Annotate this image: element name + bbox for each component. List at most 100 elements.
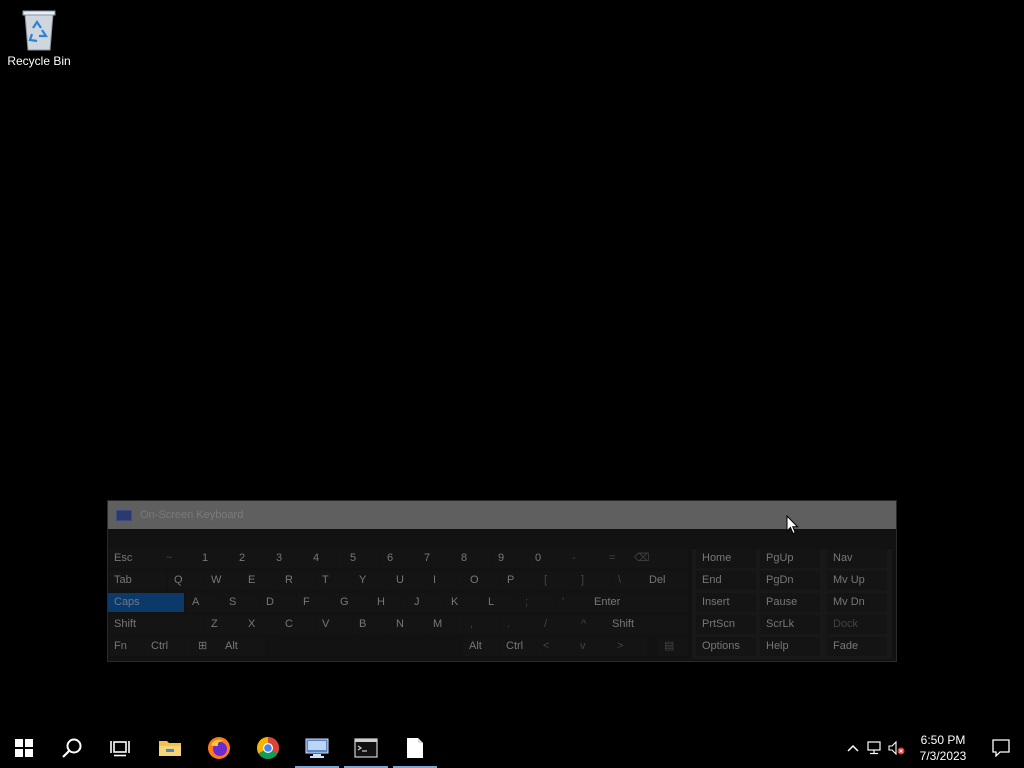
start-button[interactable]: [0, 728, 48, 768]
key-z[interactable]: Z: [205, 615, 241, 634]
key-end[interactable]: End: [696, 571, 756, 590]
key-pgup[interactable]: PgUp: [760, 549, 820, 568]
key-quote[interactable]: ': [556, 593, 592, 612]
key-alt-left[interactable]: Alt: [219, 637, 265, 656]
key-period[interactable]: .: [501, 615, 537, 634]
key-a[interactable]: A: [186, 593, 222, 612]
key-g[interactable]: G: [334, 593, 370, 612]
on-screen-keyboard-window: On-Screen Keyboard Esc ~ 1 2 3 4 5 6 7 8…: [107, 500, 897, 662]
key-fade[interactable]: Fade: [827, 637, 887, 656]
search-button[interactable]: [48, 728, 96, 768]
key-alt-right[interactable]: Alt: [463, 637, 499, 656]
key-b[interactable]: B: [353, 615, 389, 634]
notepad-button[interactable]: [391, 728, 439, 768]
key-j[interactable]: J: [408, 593, 444, 612]
key-pgdn[interactable]: PgDn: [760, 571, 820, 590]
key-enter[interactable]: Enter: [588, 593, 688, 612]
key-right-arrow[interactable]: >: [611, 637, 647, 656]
key-o[interactable]: O: [464, 571, 500, 590]
key-shift-right[interactable]: Shift: [606, 615, 688, 634]
key-semicolon[interactable]: ;: [519, 593, 555, 612]
key-x[interactable]: X: [242, 615, 278, 634]
key-8[interactable]: 8: [455, 549, 491, 568]
key-minus[interactable]: -: [566, 549, 602, 568]
key-caps[interactable]: Caps: [108, 593, 184, 612]
clock-time: 6:50 PM: [920, 733, 966, 747]
key-tab[interactable]: Tab: [108, 571, 166, 590]
network-button[interactable]: [864, 728, 886, 768]
key-4[interactable]: 4: [307, 549, 343, 568]
key-scrlk[interactable]: ScrLk: [760, 615, 820, 634]
key-home[interactable]: Home: [696, 549, 756, 568]
key-prtscn[interactable]: PrtScn: [696, 615, 756, 634]
key-left-arrow[interactable]: <: [537, 637, 573, 656]
terminal-button[interactable]: [342, 728, 390, 768]
key-d[interactable]: D: [260, 593, 296, 612]
key-shift-left[interactable]: Shift: [108, 615, 204, 634]
key-6[interactable]: 6: [381, 549, 417, 568]
key-y[interactable]: Y: [353, 571, 389, 590]
key-menu[interactable]: ▤: [658, 637, 688, 656]
key-e[interactable]: E: [242, 571, 278, 590]
key-options[interactable]: Options: [696, 637, 756, 656]
key-q[interactable]: Q: [168, 571, 204, 590]
key-r[interactable]: R: [279, 571, 315, 590]
key-p[interactable]: P: [501, 571, 537, 590]
network-icon: [867, 741, 881, 755]
recycle-bin-shortcut[interactable]: Recycle Bin: [4, 6, 74, 68]
clock[interactable]: 6:50 PM 7/3/2023: [908, 732, 978, 764]
key-fn[interactable]: Fn: [108, 637, 144, 656]
key-tilde[interactable]: ~: [160, 549, 196, 568]
key-t[interactable]: T: [316, 571, 352, 590]
key-nav[interactable]: Nav: [827, 549, 887, 568]
key-l[interactable]: L: [482, 593, 518, 612]
key-i[interactable]: I: [427, 571, 463, 590]
chrome-button[interactable]: [244, 728, 292, 768]
key-n[interactable]: N: [390, 615, 426, 634]
key-w[interactable]: W: [205, 571, 241, 590]
key-h[interactable]: H: [371, 593, 407, 612]
key-backspace[interactable]: ⌫: [628, 549, 688, 568]
key-v[interactable]: V: [316, 615, 352, 634]
action-center-button[interactable]: [978, 728, 1024, 768]
task-view-button[interactable]: [96, 728, 144, 768]
key-del[interactable]: Del: [643, 571, 688, 590]
key-c[interactable]: C: [279, 615, 315, 634]
keyboard-icon: [116, 509, 132, 521]
show-hidden-icons-button[interactable]: [842, 728, 864, 768]
key-3[interactable]: 3: [270, 549, 306, 568]
osk-keys-area: Esc ~ 1 2 3 4 5 6 7 8 9 0 - = ⌫ Tab Q W …: [108, 549, 896, 659]
key-dock[interactable]: Dock: [827, 615, 887, 634]
key-slash[interactable]: /: [538, 615, 574, 634]
key-u[interactable]: U: [390, 571, 426, 590]
key-9[interactable]: 9: [492, 549, 528, 568]
key-1[interactable]: 1: [196, 549, 232, 568]
volume-button[interactable]: [886, 728, 908, 768]
file-explorer-button[interactable]: [146, 728, 194, 768]
osk-nav-column: Home PgUp Nav End PgDn Mv Up Insert Paus…: [692, 549, 892, 659]
firefox-button[interactable]: [195, 728, 243, 768]
key-2[interactable]: 2: [233, 549, 269, 568]
key-f[interactable]: F: [297, 593, 333, 612]
key-right-bracket[interactable]: ]: [575, 571, 611, 590]
key-7[interactable]: 7: [418, 549, 454, 568]
key-k[interactable]: K: [445, 593, 481, 612]
key-pause[interactable]: Pause: [760, 593, 820, 612]
osk-title-bar[interactable]: On-Screen Keyboard: [108, 501, 896, 529]
key-ctrl-left[interactable]: Ctrl: [145, 637, 191, 656]
key-s[interactable]: S: [223, 593, 259, 612]
key-0[interactable]: 0: [529, 549, 565, 568]
key-mv-up[interactable]: Mv Up: [827, 571, 887, 590]
key-m[interactable]: M: [427, 615, 463, 634]
key-left-bracket[interactable]: [: [538, 571, 574, 590]
key-5[interactable]: 5: [344, 549, 380, 568]
key-down-arrow[interactable]: v: [574, 637, 610, 656]
key-windows[interactable]: ⊞: [192, 637, 218, 656]
key-help[interactable]: Help: [760, 637, 820, 656]
key-mv-dn[interactable]: Mv Dn: [827, 593, 887, 612]
key-ctrl-right[interactable]: Ctrl: [500, 637, 536, 656]
key-insert[interactable]: Insert: [696, 593, 756, 612]
key-esc[interactable]: Esc: [108, 549, 168, 568]
key-comma[interactable]: ,: [464, 615, 500, 634]
remote-desktop-button[interactable]: [293, 728, 341, 768]
